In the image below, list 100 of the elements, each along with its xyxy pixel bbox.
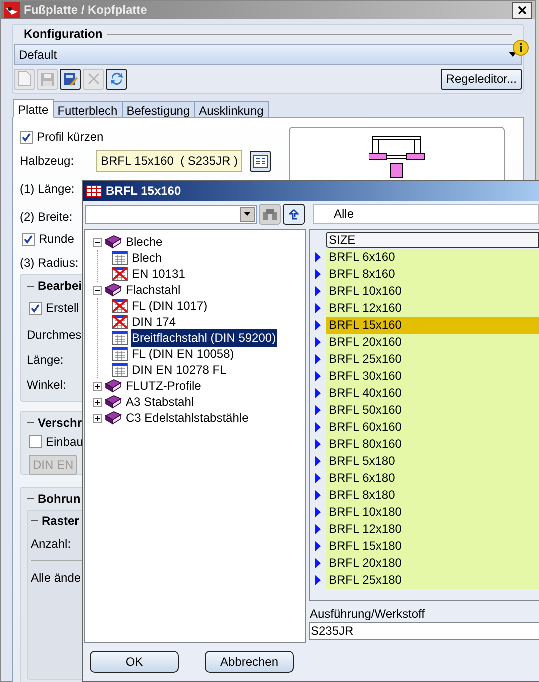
table-cell[interactable]: BRFL 80x160 xyxy=(326,436,539,453)
window-title: BRFL 15x160 xyxy=(106,183,182,200)
field-label: (2) Breite: xyxy=(20,209,73,224)
material-field[interactable]: S235JR xyxy=(309,622,539,640)
close-icon xyxy=(518,6,526,14)
up-arrow-icon xyxy=(289,208,299,220)
checkbox-label: Einbau xyxy=(46,434,84,451)
expand-icon[interactable] xyxy=(93,414,102,422)
checkbox[interactable] xyxy=(22,232,35,246)
tree-item[interactable]: EN 10131 xyxy=(131,265,186,283)
table-cell[interactable]: BRFL 25x160 xyxy=(326,351,539,368)
table-cell[interactable]: BRFL 10x160 xyxy=(326,283,539,300)
window-title: Fußplatte / Kopfplatte xyxy=(24,2,148,19)
table-cell[interactable]: BRFL 30x160 xyxy=(326,368,539,385)
tab[interactable]: Ausklinkung xyxy=(194,101,269,118)
checkbox[interactable] xyxy=(29,435,42,448)
table-cell[interactable]: BRFL 12x160 xyxy=(326,300,539,317)
tab[interactable]: Futterblech xyxy=(52,101,123,118)
semi-finished-field[interactable]: BRFL 15x160 ( S235JR ) xyxy=(96,150,242,172)
app-icon xyxy=(4,2,20,18)
filter-field[interactable]: Alle xyxy=(313,204,539,224)
book-icon xyxy=(105,411,122,425)
collapse-icon[interactable] xyxy=(93,286,102,294)
expand-icon[interactable] xyxy=(93,398,102,406)
tree-item[interactable]: Bleche xyxy=(125,233,164,251)
group-title: Bohrun xyxy=(38,490,81,508)
tree-item[interactable]: DIN 174 xyxy=(131,313,178,331)
table-icon xyxy=(112,331,128,345)
tree-item[interactable]: FLUTZ-Profile xyxy=(125,377,202,395)
table-cell[interactable]: BRFL 60x160 xyxy=(326,419,539,436)
tree-item[interactable]: FL (DIN EN 10058) xyxy=(131,345,236,363)
row-marker-icon xyxy=(315,354,321,365)
dialog-button[interactable]: Abbrechen xyxy=(205,651,294,673)
field-label: (1) Länge: xyxy=(20,181,75,196)
table-cell[interactable]: BRFL 25x180 xyxy=(326,572,539,589)
toolbar-button[interactable] xyxy=(106,68,127,90)
group-title: Bearbei xyxy=(38,278,82,295)
row-marker-icon xyxy=(315,456,321,467)
row-marker-icon xyxy=(315,303,321,314)
group-title: Raster xyxy=(42,512,80,530)
tree-item[interactable]: A3 Stabstahl xyxy=(125,393,196,411)
parent-level-button[interactable] xyxy=(283,204,305,224)
field-label: Länge: xyxy=(27,352,64,367)
crossed-table-icon xyxy=(112,299,128,313)
row-marker-icon xyxy=(315,405,321,416)
table-cell[interactable]: BRFL 15x180 xyxy=(326,538,539,555)
field-label: Durchmes xyxy=(27,327,82,342)
table-cell[interactable]: BRFL 6x160 xyxy=(326,249,539,266)
checkbox[interactable] xyxy=(29,302,42,314)
table-cell[interactable]: BRFL 8x160 xyxy=(326,266,539,283)
table-cell[interactable]: BRFL 12x180 xyxy=(326,521,539,538)
group-title: Verschr xyxy=(38,414,82,432)
row-marker-icon xyxy=(315,524,321,535)
crossed-table-icon xyxy=(112,315,128,329)
tab[interactable]: Platte xyxy=(13,99,54,118)
table-cell[interactable]: BRFL 5x180 xyxy=(326,453,539,470)
rule-editor-button[interactable]: Regeleditor... xyxy=(441,68,522,90)
table-cell[interactable]: BRFL 20x180 xyxy=(326,555,539,572)
row-marker-icon xyxy=(315,541,321,552)
column-header[interactable]: SIZE xyxy=(326,232,539,248)
row-marker-icon xyxy=(315,490,321,501)
search-button[interactable] xyxy=(259,204,281,224)
row-marker-icon xyxy=(315,575,321,586)
close-button[interactable] xyxy=(512,2,532,18)
table-cell[interactable]: BRFL 50x160 xyxy=(326,402,539,419)
book-icon xyxy=(105,379,122,393)
tree-item[interactable]: Blech xyxy=(131,249,164,267)
info-icon xyxy=(513,40,529,56)
tab[interactable]: Befestigung xyxy=(122,101,196,118)
row-marker-icon xyxy=(315,558,321,569)
table-cell[interactable]: BRFL 40x160 xyxy=(326,385,539,402)
table-cell[interactable]: BRFL 8x180 xyxy=(326,487,539,504)
tree-item[interactable]: Breitflachstahl (DIN 59200) xyxy=(131,329,278,347)
collapse-icon[interactable] xyxy=(93,238,102,246)
checkbox-label: Profil kürzen xyxy=(37,129,104,146)
table-cell[interactable]: BRFL 6x180 xyxy=(326,470,539,487)
row-marker-icon xyxy=(315,371,321,382)
checkbox[interactable] xyxy=(20,130,33,144)
search-combobox[interactable] xyxy=(85,204,257,224)
row-marker-icon xyxy=(315,439,321,450)
table-cell[interactable]: BRFL 15x160 xyxy=(326,317,539,334)
table-cell[interactable]: BRFL 10x180 xyxy=(326,504,539,521)
configuration-dropdown[interactable]: Default xyxy=(14,44,522,65)
tree-item[interactable]: DIN EN 10278 FL xyxy=(131,361,228,379)
field-label: Halbzeug: xyxy=(20,153,76,170)
delete-icon xyxy=(86,72,100,86)
catalog-button[interactable] xyxy=(250,150,271,172)
toolbar-button[interactable] xyxy=(60,68,81,90)
tree-item[interactable]: Flachstahl xyxy=(125,281,182,299)
tree-item[interactable]: FL (DIN 1017) xyxy=(131,297,209,315)
table-cell[interactable]: BRFL 20x160 xyxy=(326,334,539,351)
group-title: Konfiguration xyxy=(24,26,103,43)
table-icon xyxy=(112,363,128,377)
checkbox-label: Erstell xyxy=(46,300,80,317)
expand-icon[interactable] xyxy=(93,382,102,390)
tree-item[interactable]: C3 Edelstahlstabstähle xyxy=(125,409,250,427)
dialog-button[interactable]: OK xyxy=(90,651,179,673)
edit-icon xyxy=(62,71,78,87)
book-icon xyxy=(105,283,122,297)
refresh-icon xyxy=(108,71,124,87)
